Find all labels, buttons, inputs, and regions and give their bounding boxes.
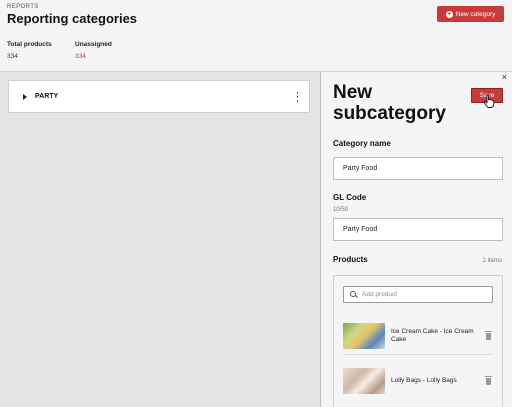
category-row[interactable]: PARTY <box>8 80 310 113</box>
new-category-button[interactable]: + New category <box>437 6 504 22</box>
category-name-label: Category name <box>333 139 391 148</box>
page-header: REPORTS Reporting categories + New categ… <box>0 0 512 72</box>
product-name: Lolly Bags - Lolly Bags <box>391 377 457 384</box>
product-row: Ice Cream Cake - Ice Cream Cake <box>343 319 493 355</box>
new-category-label: New category <box>455 10 496 18</box>
panel-title: New subcategory <box>333 82 446 124</box>
kebab-menu-icon[interactable] <box>296 92 299 102</box>
unassigned-stat: Unassigned 334 <box>75 41 112 60</box>
category-name-input[interactable]: Party Food <box>333 157 503 180</box>
plus-icon: + <box>445 10 453 18</box>
gl-code-label: GL Code <box>333 193 367 202</box>
total-products-value: 334 <box>7 53 18 60</box>
trash-icon[interactable] <box>485 376 492 385</box>
product-thumbnail <box>343 368 385 394</box>
products-label: Products <box>333 255 368 264</box>
unassigned-value[interactable]: 334 <box>75 53 112 60</box>
categories-list: PARTY <box>0 72 320 407</box>
product-row: Lolly Bags - Lolly Bags <box>343 364 493 400</box>
products-count: 2 items <box>482 258 502 264</box>
cursor-hand-icon <box>483 94 495 108</box>
product-thumbnail <box>343 323 385 349</box>
gl-code-counter: 10/50 <box>333 207 349 213</box>
trash-icon[interactable] <box>485 331 492 340</box>
caret-right-icon[interactable] <box>23 94 27 100</box>
page-title: Reporting categories <box>7 11 138 26</box>
product-name: Ice Cream Cake - Ice Cream Cake <box>391 328 474 343</box>
total-products-label: Total products <box>7 41 52 48</box>
close-icon[interactable]: × <box>502 72 507 82</box>
gl-code-input[interactable]: Party Food <box>333 218 503 241</box>
add-product-search[interactable]: Add product <box>343 286 493 303</box>
unassigned-label: Unassigned <box>75 41 112 48</box>
products-box: Add product Ice Cream Cake - Ice Cream C… <box>333 275 503 407</box>
total-products-stat: Total products 334 <box>7 41 52 60</box>
new-subcategory-panel: × New subcategory Save Category name Par… <box>320 72 512 407</box>
search-placeholder: Add product <box>362 291 398 298</box>
category-name: PARTY <box>35 93 59 100</box>
breadcrumb[interactable]: REPORTS <box>7 4 39 10</box>
search-icon <box>350 291 357 298</box>
